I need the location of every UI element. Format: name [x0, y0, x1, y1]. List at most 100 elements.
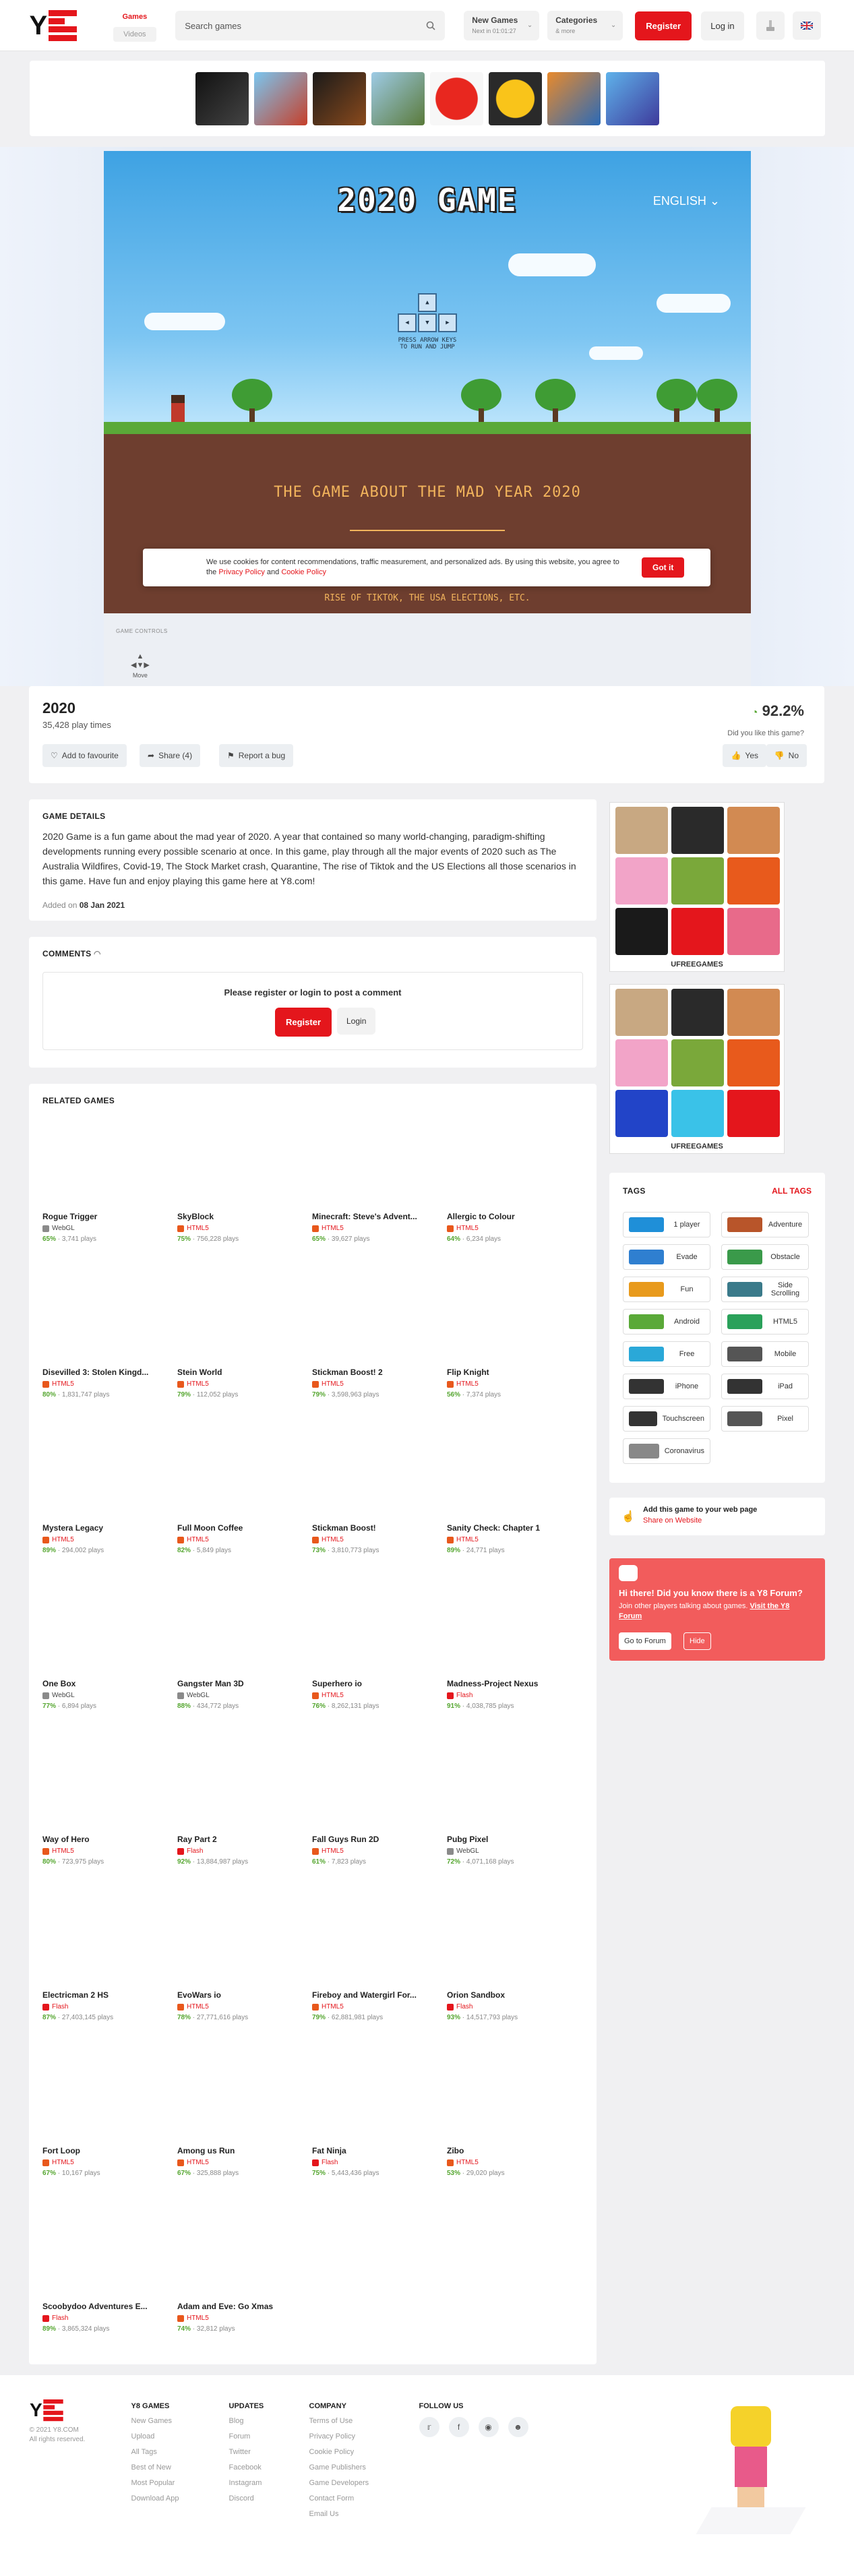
login-button[interactable]: Log in [701, 11, 744, 40]
featured-game-thumb[interactable] [429, 71, 483, 125]
discord-icon[interactable]: ☻ [508, 2417, 528, 2437]
tag-iphone[interactable]: iPhone [623, 1374, 710, 1399]
footer-link[interactable]: Email Us [309, 2510, 369, 2518]
related-game-item[interactable]: Flip Knight HTML5 56% · 7,374 plays [447, 1368, 568, 1399]
tag-mobile[interactable]: Mobile [721, 1341, 809, 1367]
related-game-item[interactable]: Pubg Pixel WebGL 72% · 4,071,168 plays [447, 1835, 568, 1866]
featured-game-thumb[interactable] [312, 71, 366, 125]
related-game-item[interactable]: EvoWars io HTML5 78% · 27,771,616 plays [177, 1990, 299, 2021]
footer-link[interactable]: Facebook [229, 2463, 264, 2472]
categories-dropdown[interactable]: Categories & more ⌄ [547, 11, 623, 40]
related-game-item[interactable]: Among us Run HTML5 67% · 325,888 plays [177, 2146, 299, 2177]
tag-touchscreen[interactable]: Touchscreen [623, 1406, 710, 1432]
featured-game-thumb[interactable] [547, 71, 601, 125]
comment-register-button[interactable]: Register [275, 1008, 332, 1037]
instagram-icon[interactable]: ◉ [478, 2417, 499, 2437]
sidebar-ad-1[interactable]: UFREEGAMES [609, 802, 785, 972]
related-game-item[interactable]: Superhero io HTML5 76% · 8,262,131 plays [312, 1679, 433, 1710]
related-game-item[interactable]: Stein World HTML5 79% · 112,052 plays [177, 1368, 299, 1399]
footer-link[interactable]: Best of New [131, 2463, 179, 2472]
related-game-item[interactable]: Fireboy and Watergirl For... HTML5 79% · 6… [312, 1990, 433, 2021]
related-game-item[interactable]: Ray Part 2 Flash 92% · 13,884,987 plays [177, 1835, 299, 1866]
featured-game-thumb[interactable] [253, 71, 307, 125]
related-game-item[interactable]: Zibo HTML5 53% · 29,020 plays [447, 2146, 568, 2177]
tag-fun[interactable]: Fun [623, 1277, 710, 1302]
footer-link[interactable]: Game Developers [309, 2479, 369, 2487]
related-game-item[interactable]: SkyBlock HTML5 75% · 756,228 plays [177, 1212, 299, 1243]
y8-logo[interactable]: Y [30, 10, 97, 41]
related-game-item[interactable]: Madness-Project Nexus Flash 91% · 4,038,78… [447, 1679, 568, 1710]
related-game-item[interactable]: Disevilled 3: Stolen Kingd... HTML5 80% · … [42, 1368, 164, 1399]
tab-videos[interactable]: Videos [113, 27, 157, 42]
related-game-item[interactable]: Fat Ninja Flash 75% · 5,443,436 plays [312, 2146, 433, 2177]
related-game-item[interactable]: Way of Hero HTML5 80% · 723,975 plays [42, 1835, 164, 1866]
share-button[interactable]: ➦ Share (4) [140, 744, 201, 767]
related-game-item[interactable]: Scoobydoo Adventures E... Flash 89% · 3,86… [42, 2302, 164, 2333]
footer-link[interactable]: Contact Form [309, 2494, 369, 2503]
search-icon[interactable] [426, 21, 435, 30]
related-game-item[interactable]: Electricman 2 HS Flash 87% · 27,403,145 pl… [42, 1990, 164, 2021]
tag-android[interactable]: Android [623, 1309, 710, 1335]
cookie-policy-link[interactable]: Cookie Policy [281, 568, 326, 576]
share-on-website-link[interactable]: Share on Website [643, 1516, 702, 1525]
like-yes-button[interactable]: 👍 Yes [723, 744, 766, 767]
privacy-policy-link[interactable]: Privacy Policy [218, 568, 264, 576]
cookie-accept-button[interactable]: Got it [642, 557, 685, 578]
register-button[interactable]: Register [635, 11, 692, 40]
related-game-item[interactable]: Minecraft: Steve's Advent... HTML5 65% · 3… [312, 1212, 433, 1243]
comment-login-button[interactable]: Login [337, 1008, 376, 1035]
related-game-item[interactable]: Gangster Man 3D WebGL 88% · 434,772 plays [177, 1679, 299, 1710]
all-tags-link[interactable]: ALL TAGS [772, 1186, 812, 1196]
related-game-item[interactable]: One Box WebGL 77% · 6,894 plays [42, 1679, 164, 1710]
like-no-button[interactable]: 👎 No [766, 744, 807, 767]
tag-obstacle[interactable]: Obstacle [721, 1244, 809, 1270]
game-language-selector[interactable]: ENGLISH ⌄ [653, 194, 720, 208]
add-favourite-button[interactable]: ♡ Add to favourite [42, 744, 127, 767]
tag-side-scrolling[interactable]: Side Scrolling [721, 1277, 809, 1302]
tag-ipad[interactable]: iPad [721, 1374, 809, 1399]
featured-game-thumb[interactable] [371, 71, 425, 125]
related-game-item[interactable]: Stickman Boost! HTML5 73% · 3,810,773 play… [312, 1523, 433, 1554]
tag-html5[interactable]: HTML5 [721, 1309, 809, 1335]
tag-coronavirus[interactable]: Coronavirus [623, 1438, 710, 1464]
footer-link[interactable]: New Games [131, 2417, 179, 2425]
related-game-item[interactable]: Stickman Boost! 2 HTML5 79% · 3,598,963 pl… [312, 1368, 433, 1399]
footer-link[interactable]: Download App [131, 2494, 179, 2503]
tag-adventure[interactable]: Adventure [721, 1212, 809, 1237]
footer-link[interactable]: Twitter [229, 2448, 264, 2456]
related-game-item[interactable]: Adam and Eve: Go Xmas HTML5 74% · 32,812 p… [177, 2302, 299, 2333]
hide-forum-button[interactable]: Hide [683, 1632, 711, 1650]
footer-link[interactable]: Most Popular [131, 2479, 179, 2487]
facebook-icon[interactable]: f [448, 2417, 469, 2437]
related-game-item[interactable]: Sanity Check: Chapter 1 HTML5 89% · 24,771… [447, 1523, 568, 1554]
related-game-item[interactable]: Allergic to Colour HTML5 64% · 6,234 plays [447, 1212, 568, 1243]
footer-link[interactable]: All Tags [131, 2448, 179, 2456]
footer-link[interactable]: Privacy Policy [309, 2432, 369, 2441]
new-games-dropdown[interactable]: New Games Next in 01:01:27 ⌄ [464, 11, 540, 40]
related-game-item[interactable]: Rogue Trigger WebGL 65% · 3,741 plays [42, 1212, 164, 1243]
footer-link[interactable]: Blog [229, 2417, 264, 2425]
related-game-item[interactable]: Mystera Legacy HTML5 89% · 294,002 plays [42, 1523, 164, 1554]
report-bug-button[interactable]: ⚑ Report a bug [219, 744, 294, 767]
language-button[interactable] [792, 11, 821, 40]
tag-pixel[interactable]: Pixel [721, 1406, 809, 1432]
featured-game-thumb[interactable] [195, 71, 249, 125]
twitter-icon[interactable]: 𝕣 [419, 2417, 439, 2437]
search-input[interactable]: Search games [175, 11, 446, 40]
footer-link[interactable]: Upload [131, 2432, 179, 2441]
footer-link[interactable]: Instagram [229, 2479, 264, 2487]
featured-game-thumb[interactable] [488, 71, 542, 125]
related-game-item[interactable]: Full Moon Coffee HTML5 82% · 5,849 plays [177, 1523, 299, 1554]
footer-link[interactable]: Forum [229, 2432, 264, 2441]
tag-free[interactable]: Free [623, 1341, 710, 1367]
related-game-item[interactable]: Fort Loop HTML5 67% · 10,167 plays [42, 2146, 164, 2177]
game-canvas[interactable]: 2020 GAME ENGLISH ⌄ ▲ ◀ ▼ ▶ PRESS ARROW KE… [104, 151, 751, 613]
featured-game-thumb[interactable] [605, 71, 659, 125]
controller-button[interactable] [756, 11, 785, 40]
sidebar-ad-2[interactable]: UFREEGAMES [609, 984, 785, 1154]
footer-link[interactable]: Cookie Policy [309, 2448, 369, 2456]
go-to-forum-button[interactable]: Go to Forum [619, 1632, 671, 1650]
related-game-item[interactable]: Orion Sandbox Flash 93% · 14,517,793 plays [447, 1990, 568, 2021]
footer-link[interactable]: Discord [229, 2494, 264, 2503]
tag-1-player[interactable]: 1 player [623, 1212, 710, 1237]
